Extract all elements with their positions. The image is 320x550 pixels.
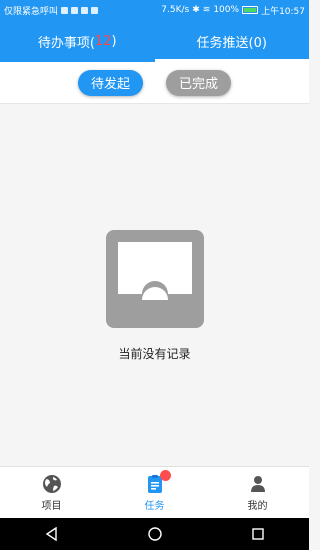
notification-icon bbox=[61, 6, 69, 14]
pending-filter-button[interactable]: 待发起 bbox=[77, 69, 143, 96]
notification-icon bbox=[91, 6, 99, 14]
system-nav-bar bbox=[0, 518, 309, 550]
status-bar: 仅限紧急呼叫 7.5K/s ✱ ≋ 100% 上午10:57 bbox=[0, 0, 309, 20]
bluetooth-icon: ✱ bbox=[192, 5, 200, 15]
nav-item-project[interactable]: 项目 bbox=[0, 467, 103, 518]
empty-state: 当前没有记录 bbox=[0, 230, 309, 362]
tab-todo[interactable]: 待办事项(12) bbox=[0, 20, 155, 62]
top-tabs: 待办事项(12) 任务推送(0) bbox=[0, 20, 309, 62]
task-badge bbox=[159, 469, 171, 481]
nav-label-task: 任务 bbox=[144, 500, 165, 512]
filter-row: 待发起 已完成 bbox=[0, 62, 309, 104]
status-right: 7.5K/s ✱ ≋ 100% 上午10:57 bbox=[161, 4, 305, 17]
globe-icon bbox=[42, 474, 62, 494]
tab-task-push-label: 任务推送(0) bbox=[196, 35, 267, 51]
back-icon[interactable] bbox=[42, 524, 62, 544]
clipboard-icon bbox=[145, 469, 171, 494]
nav-label-mine: 我的 bbox=[247, 500, 268, 512]
tab-todo-label: 待办事项( bbox=[37, 35, 95, 51]
battery-percent: 100% bbox=[213, 5, 240, 15]
clock: 上午10:57 bbox=[261, 6, 305, 17]
tab-todo-count: 12 bbox=[94, 33, 112, 49]
nav-label-project: 项目 bbox=[41, 500, 62, 512]
nav-item-mine[interactable]: 我的 bbox=[206, 467, 309, 518]
battery-icon bbox=[242, 6, 259, 14]
nav-item-task[interactable]: 任务 bbox=[103, 467, 206, 518]
person-icon bbox=[248, 474, 268, 494]
carrier-text: 仅限紧急呼叫 bbox=[4, 6, 59, 17]
empty-message: 当前没有记录 bbox=[118, 347, 191, 361]
done-filter-button[interactable]: 已完成 bbox=[166, 69, 232, 96]
network-speed: 7.5K/s bbox=[161, 5, 190, 15]
tab-task-push[interactable]: 任务推送(0) bbox=[154, 20, 310, 62]
recents-icon[interactable] bbox=[248, 524, 268, 544]
home-icon[interactable] bbox=[145, 524, 165, 544]
notification-icon bbox=[71, 6, 79, 14]
notification-icon bbox=[81, 6, 89, 14]
wifi-icon: ≋ bbox=[202, 5, 211, 15]
status-left: 仅限紧急呼叫 bbox=[4, 4, 99, 17]
bottom-nav: 项目 任务 我的 bbox=[0, 466, 309, 518]
empty-inbox-icon bbox=[105, 230, 204, 328]
tab-todo-suffix: ) bbox=[111, 33, 117, 49]
